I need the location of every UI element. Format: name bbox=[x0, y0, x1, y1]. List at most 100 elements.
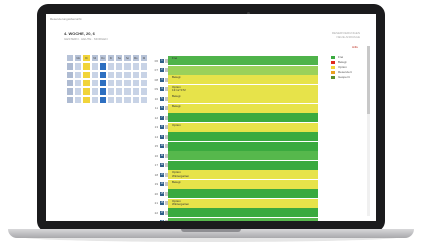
room-number-badge[interactable]: 14 bbox=[160, 182, 164, 186]
calendar-day-cell[interactable] bbox=[107, 87, 116, 96]
reservation-bar[interactable] bbox=[168, 84, 318, 94]
schedule-row[interactable]: 14 9 bbox=[146, 132, 318, 141]
vertical-scrollbar[interactable] bbox=[367, 46, 370, 216]
reservation-bar[interactable] bbox=[168, 122, 318, 132]
calendar-day-cell[interactable] bbox=[107, 79, 116, 88]
schedule-row[interactable]: 17 12 bbox=[146, 160, 318, 170]
calendar-day-cell[interactable] bbox=[131, 62, 140, 71]
calendar-day-cell[interactable] bbox=[90, 87, 99, 96]
schedule-row[interactable]: 2318 bbox=[146, 217, 318, 221]
reservation-bar[interactable] bbox=[168, 65, 318, 75]
calendar-day-cell[interactable] bbox=[115, 95, 124, 104]
room-number-badge[interactable]: 15 bbox=[160, 191, 164, 196]
reservation-bar[interactable] bbox=[168, 132, 318, 141]
reservation-bar[interactable] bbox=[168, 75, 318, 84]
calendar-day-cell[interactable] bbox=[107, 95, 116, 104]
calendar-day-cell[interactable] bbox=[131, 95, 140, 104]
calendar-day-cell[interactable] bbox=[98, 62, 107, 71]
header-right-line2[interactable]: NEUE ANFRAGE bbox=[332, 35, 360, 39]
room-number-badge[interactable]: 7 bbox=[160, 115, 164, 120]
reservation-bar[interactable] bbox=[168, 141, 318, 151]
reservation-bar[interactable] bbox=[168, 217, 318, 221]
calendar-day-cell[interactable] bbox=[123, 87, 132, 96]
room-number-badge[interactable]: 6 bbox=[160, 106, 164, 110]
calendar-day-cell[interactable] bbox=[74, 70, 83, 79]
calendar-day-cell[interactable] bbox=[66, 87, 75, 96]
calendar-day-cell[interactable] bbox=[115, 62, 124, 71]
calendar-day-cell[interactable] bbox=[131, 87, 140, 96]
scrollbar-thumb[interactable] bbox=[367, 46, 370, 114]
reservation-bar[interactable] bbox=[168, 160, 318, 170]
calendar-day-cell[interactable] bbox=[74, 79, 83, 88]
calendar-day-cell[interactable] bbox=[90, 62, 99, 71]
schedule-row[interactable]: 22 17 bbox=[146, 208, 318, 217]
room-number-badge[interactable]: 8 bbox=[160, 125, 164, 129]
schedule-row[interactable]: 06 1 Frei bbox=[146, 56, 318, 65]
calendar-day-cell[interactable] bbox=[82, 70, 91, 79]
room-number-badge[interactable]: 1 bbox=[160, 58, 164, 63]
calendar-day-cell[interactable] bbox=[131, 70, 140, 79]
calendar-day-cell[interactable] bbox=[90, 95, 99, 104]
calendar-day-cell[interactable] bbox=[66, 70, 75, 79]
calendar-day-cell[interactable] bbox=[107, 70, 116, 79]
calendar-day-cell[interactable] bbox=[98, 95, 107, 104]
reservation-bar[interactable] bbox=[168, 189, 318, 198]
room-number-badge[interactable]: 4 bbox=[160, 87, 164, 91]
calendar-day-cell[interactable] bbox=[90, 70, 99, 79]
calendar-day-cell[interactable] bbox=[98, 87, 107, 96]
reservation-bar[interactable] bbox=[168, 103, 318, 113]
schedule-row[interactable]: 10 5 Belegt bbox=[146, 94, 318, 103]
calendar-day-cell[interactable] bbox=[66, 95, 75, 104]
schedule-row[interactable]: 08 3 Belegt bbox=[146, 75, 318, 84]
reservation-bar[interactable] bbox=[168, 151, 318, 160]
calendar-day-cell[interactable] bbox=[123, 62, 132, 71]
header-link[interactable]: Hilfe bbox=[352, 45, 358, 49]
room-number-badge[interactable]: 9 bbox=[160, 134, 164, 139]
schedule-subtitle[interactable]: GESTERN · HEUTE · MORGEN bbox=[64, 37, 108, 41]
calendar-day-cell[interactable] bbox=[115, 87, 124, 96]
schedule-row[interactable]: 12 7 bbox=[146, 113, 318, 122]
schedule-row[interactable]: 13 8 Option bbox=[146, 122, 318, 132]
schedule-row[interactable]: 21 16 Option Wintergarten bbox=[146, 198, 318, 208]
schedule-row[interactable]: 15 10 bbox=[146, 141, 318, 151]
reservation-bar[interactable] bbox=[168, 113, 318, 122]
calendar-day-cell[interactable] bbox=[90, 79, 99, 88]
calendar-day-cell[interactable] bbox=[131, 79, 140, 88]
calendar-day-cell[interactable] bbox=[98, 70, 107, 79]
calendar-day-cell[interactable] bbox=[123, 70, 132, 79]
room-number-badge[interactable]: 17 bbox=[160, 210, 164, 215]
reservation-bar[interactable] bbox=[168, 179, 318, 189]
room-number-badge[interactable]: 5 bbox=[160, 96, 164, 101]
reservation-bar[interactable] bbox=[168, 94, 318, 103]
room-number-badge[interactable]: 2 bbox=[160, 68, 164, 72]
schedule-row[interactable]: 18 13 Option Wintergarten bbox=[146, 170, 318, 179]
room-number-badge[interactable]: 18 bbox=[160, 220, 164, 221]
calendar-day-cell[interactable] bbox=[74, 62, 83, 71]
calendar-day-cell[interactable] bbox=[66, 79, 75, 88]
calendar-day-cell[interactable] bbox=[82, 87, 91, 96]
room-number-badge[interactable]: 13 bbox=[160, 172, 164, 177]
schedule-row[interactable]: 09 4 Option 13:12 ST2 bbox=[146, 84, 318, 94]
calendar-day-cell[interactable] bbox=[66, 62, 75, 71]
reservation-bar[interactable] bbox=[168, 198, 318, 208]
calendar-day-cell[interactable] bbox=[98, 79, 107, 88]
room-number-badge[interactable]: 10 bbox=[160, 144, 164, 148]
calendar-day-cell[interactable] bbox=[82, 95, 91, 104]
schedule-row[interactable]: 19 14 Belegt bbox=[146, 179, 318, 189]
reservation-bar[interactable] bbox=[168, 208, 318, 217]
calendar-day-cell[interactable] bbox=[74, 95, 83, 104]
reservation-bar[interactable] bbox=[168, 170, 318, 179]
schedule-row[interactable]: 11 6 Belegt bbox=[146, 103, 318, 113]
calendar-day-cell[interactable] bbox=[82, 62, 91, 71]
calendar-day-cell[interactable] bbox=[115, 79, 124, 88]
schedule-row[interactable]: 16 11 bbox=[146, 151, 318, 160]
room-number-badge[interactable]: 16 bbox=[160, 201, 164, 205]
calendar-day-cell[interactable] bbox=[123, 95, 132, 104]
schedule-row[interactable]: 07 2 bbox=[146, 65, 318, 75]
room-number-badge[interactable]: 11 bbox=[160, 153, 164, 158]
calendar-day-cell[interactable] bbox=[115, 70, 124, 79]
schedule-row[interactable]: 20 15 bbox=[146, 189, 318, 198]
calendar-day-cell[interactable] bbox=[74, 87, 83, 96]
calendar-day-cell[interactable] bbox=[82, 79, 91, 88]
reservation-bar[interactable] bbox=[168, 56, 318, 65]
